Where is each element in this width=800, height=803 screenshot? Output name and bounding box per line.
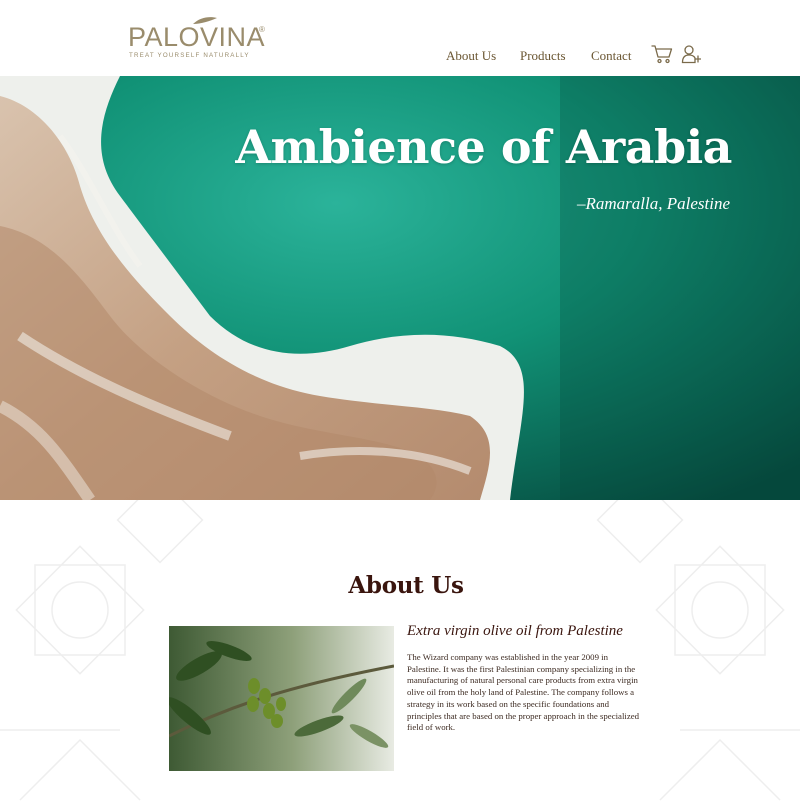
palovina-logo[interactable]: PALOVINA ® TREAT YOURSELF NATURALLY [128,14,268,64]
hero-subtitle: –Ramaralla, Palestine [577,194,730,213]
about-heading: Extra virgin olive oil from Palestine [407,623,623,639]
about-title: About Us [348,572,464,599]
geometric-pattern-background [0,500,800,801]
about-section: About Us Extra virgin olive oil from Pal… [0,500,800,803]
nav-contact[interactable]: Contact [591,48,631,64]
logo-registered-mark: ® [259,25,265,34]
hero-banner: Ambience of Arabia –Ramaralla, Palestine [0,76,800,500]
nav-about-us[interactable]: About Us [446,48,496,64]
logo-brand: PALOVINA [128,22,266,52]
site-header: PALOVINA ® TREAT YOURSELF NATURALLY Abou… [0,0,800,76]
hero-title: Ambience of Arabia [235,120,732,174]
olive-branch-image [169,626,394,771]
logo-tagline: TREAT YOURSELF NATURALLY [129,52,250,59]
nav-products[interactable]: Products [520,48,566,64]
cart-icon[interactable] [651,44,673,64]
about-body-text: The Wizard company was established in th… [407,652,640,733]
add-user-icon[interactable] [681,44,702,64]
